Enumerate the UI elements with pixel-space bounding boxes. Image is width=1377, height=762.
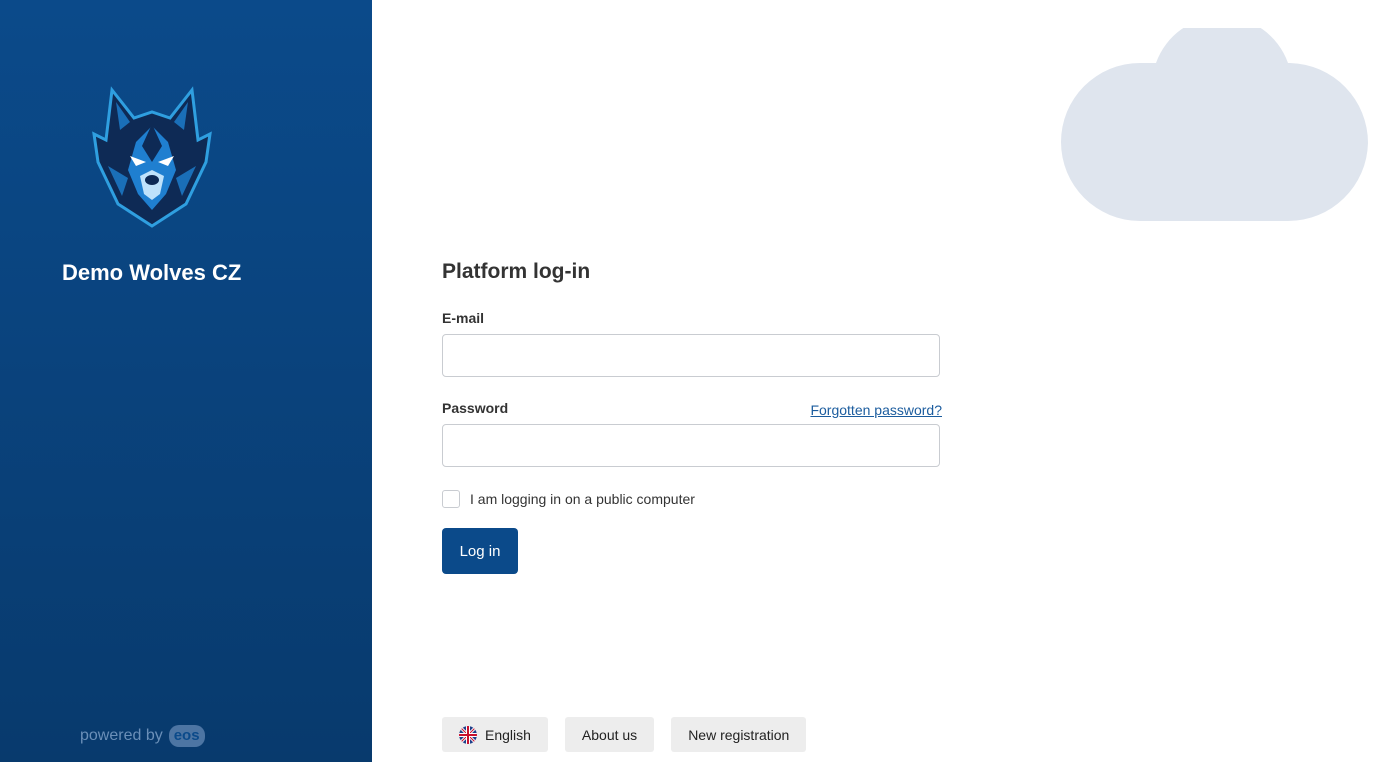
powered-by-text: powered by <box>80 727 163 744</box>
new-registration-button[interactable]: New registration <box>671 717 807 752</box>
club-name: Demo Wolves CZ <box>62 260 242 285</box>
password-label: Password <box>442 400 509 416</box>
powered-by: powered by eos <box>80 725 205 747</box>
footer: English About us New registration <box>442 717 807 752</box>
email-label: E-mail <box>442 310 485 326</box>
uk-flag-icon <box>459 725 477 744</box>
wolf-logo-icon <box>88 86 216 232</box>
sidebar: Demo Wolves CZ powered by eos <box>0 0 372 762</box>
public-computer-option: I am logging in on a public computer <box>442 490 695 508</box>
public-computer-checkbox[interactable] <box>442 490 460 508</box>
public-computer-label[interactable]: I am logging in on a public computer <box>470 491 695 507</box>
email-field[interactable] <box>442 334 940 377</box>
password-field[interactable] <box>442 424 940 467</box>
cloud-illustration <box>1060 16 1370 224</box>
about-us-button[interactable]: About us <box>564 717 655 752</box>
forgot-password-link[interactable]: Forgotten password? <box>810 402 942 418</box>
page-title: Platform log-in <box>442 260 591 283</box>
language-button[interactable]: English <box>442 717 548 752</box>
language-label: English <box>485 726 531 743</box>
eos-logo: eos <box>168 725 205 747</box>
login-form: Platform log-in E-mail Password Forgotte… <box>442 256 942 574</box>
login-button[interactable]: Log in <box>442 528 518 574</box>
